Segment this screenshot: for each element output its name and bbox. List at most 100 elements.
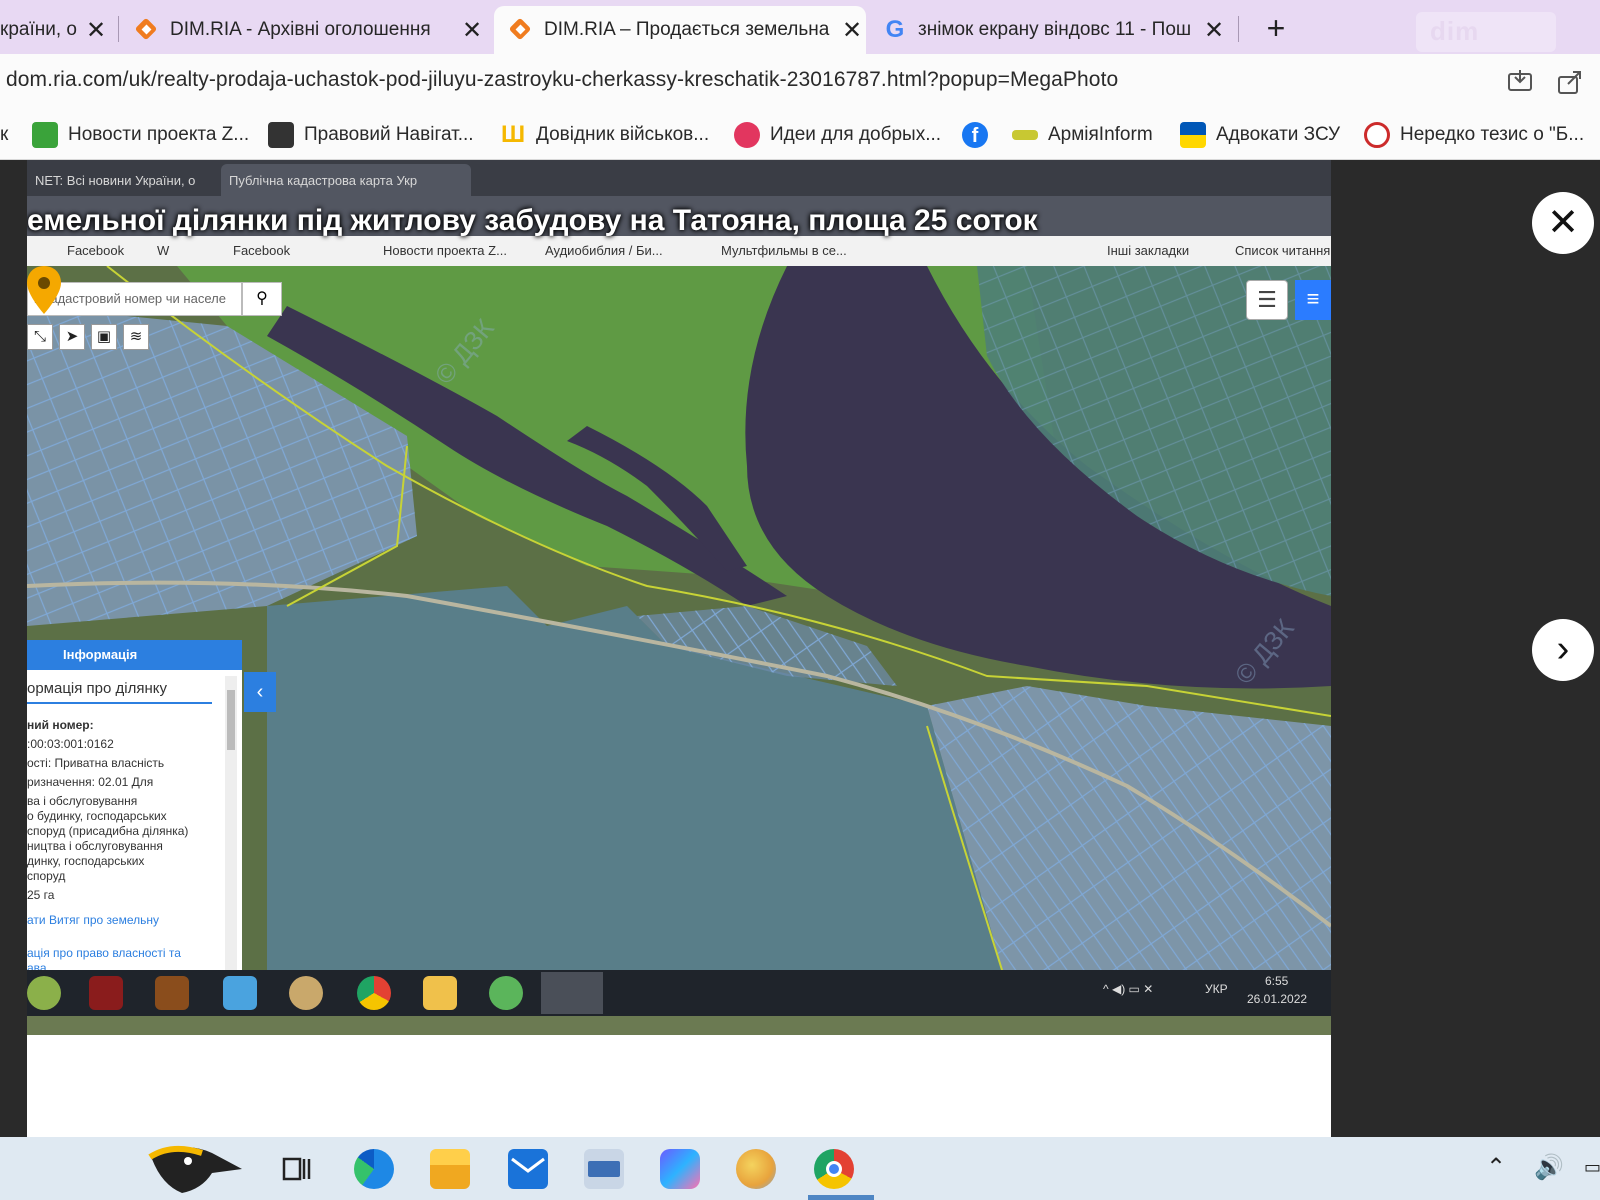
tab-title: знімок екрану віндовс 11 - Пош bbox=[918, 19, 1192, 40]
copilot-icon[interactable] bbox=[660, 1149, 700, 1189]
install-app-icon[interactable] bbox=[1506, 68, 1534, 96]
next-photo-button[interactable]: › bbox=[1532, 619, 1594, 681]
photo-inner-bookmark: Facebook bbox=[233, 243, 291, 258]
app-icon bbox=[27, 976, 61, 1010]
tab-dimria-archive[interactable]: DIM.RIA - Архівні оголошення ✕ bbox=[134, 6, 486, 54]
bookmark-thesis[interactable]: Нередко тезис о "Б... bbox=[1364, 120, 1584, 150]
photo-tray-time: 6:55 bbox=[1265, 974, 1289, 988]
info-panel-subheader: ормація про ділянку bbox=[27, 676, 212, 704]
photo-inner-tab-title: NET: Всі новини України, о bbox=[35, 172, 196, 188]
bookmark-label: Нередко тезис о "Б... bbox=[1400, 124, 1585, 145]
info-line: споруд (присадибна ділянка) bbox=[27, 824, 189, 838]
bookmark-legal-navigator[interactable]: Правовий Навігат... bbox=[268, 120, 474, 150]
bookmark-military-guide[interactable]: Ш Довідник військов... bbox=[500, 120, 709, 150]
paint-icon[interactable] bbox=[736, 1149, 776, 1189]
photo-inner-tabstrip: NET: Всі новини України, о Публічна када… bbox=[27, 160, 1331, 196]
chrome-icon bbox=[357, 976, 391, 1010]
bookmark-label: АрміяInform bbox=[1048, 124, 1153, 145]
photo-inner-bookmark: W bbox=[157, 243, 170, 258]
battery-icon[interactable]: ▭ bbox=[1584, 1157, 1600, 1178]
info-line: ості: Приватна власність bbox=[27, 756, 165, 770]
close-icon[interactable]: ✕ bbox=[838, 16, 866, 45]
bookmark-good-ideas[interactable]: Идеи для добрых... bbox=[734, 120, 941, 150]
ukraine-flag-icon bbox=[1180, 122, 1206, 148]
photo-inner-tab: NET: Всі новини України, о bbox=[27, 164, 215, 196]
folder-icon bbox=[423, 976, 457, 1010]
dimria-logo-icon bbox=[134, 17, 160, 43]
send-icon bbox=[734, 122, 760, 148]
chevron-up-icon[interactable]: ⌃ bbox=[1486, 1153, 1506, 1182]
tab-separator bbox=[1238, 16, 1239, 42]
feather-icon bbox=[155, 976, 189, 1010]
keyboard-app-icon[interactable] bbox=[584, 1149, 624, 1189]
flash-icon bbox=[89, 976, 123, 1010]
new-tab-button[interactable]: + bbox=[1258, 10, 1294, 47]
tab-news[interactable]: країни, о ✕ bbox=[0, 6, 110, 54]
search-icon: ⚲ bbox=[242, 282, 282, 316]
scroll-thumb bbox=[227, 690, 235, 750]
volume-icon[interactable]: 🔊 bbox=[1534, 1153, 1564, 1182]
info-link-ownership: ація про право власності та bbox=[27, 946, 181, 960]
bookmark-news-z[interactable]: Новости проекта Z... bbox=[32, 120, 249, 150]
trident-icon: Ш bbox=[500, 121, 526, 148]
tab-dimria-active[interactable]: DIM.RIA – Продається земельна ✕ bbox=[494, 6, 866, 54]
photo-tray-icons: ^ ◀) ▭ ✕ bbox=[1103, 982, 1154, 996]
info-panel-scrollbar bbox=[225, 676, 237, 986]
edge-icon[interactable] bbox=[354, 1149, 394, 1189]
layers-icon: ☰ bbox=[1246, 280, 1288, 320]
bookmark-armyinform[interactable]: АрміяInform bbox=[1012, 120, 1153, 150]
close-icon[interactable]: ✕ bbox=[82, 16, 110, 45]
settings-icon: ≋ bbox=[123, 324, 149, 350]
share-icon[interactable] bbox=[1556, 68, 1584, 96]
tab-title: DIM.RIA - Архівні оголошення bbox=[170, 19, 431, 40]
info-line: о будинку, господарських bbox=[27, 809, 167, 823]
info-line: :00:03:001:0162 bbox=[27, 737, 114, 751]
url-field[interactable]: dom.ria.com/uk/realty-prodaja-uchastok-p… bbox=[6, 68, 1118, 92]
bookmark-label: Идеи для добрых... bbox=[770, 124, 942, 145]
bookmark-zsu-lawyers[interactable]: Адвокати ЗСУ bbox=[1180, 120, 1340, 150]
cadastral-map: © ДЗК © ДЗК ь кадастровий номер чи насел… bbox=[27, 266, 1331, 986]
photo-inner-bookmark: Аудиобиблия / Би... bbox=[545, 243, 663, 258]
chrome-icon[interactable] bbox=[814, 1149, 854, 1189]
nered-icon bbox=[1364, 122, 1390, 148]
listing-photo: NET: Всі новини України, о Публічна када… bbox=[27, 160, 1331, 1035]
address-bar: dom.ria.com/uk/realty-prodaja-uchastok-p… bbox=[0, 54, 1600, 110]
bookmarks-bar: к Новости проекта Z... Правовий Навігат.… bbox=[0, 110, 1600, 160]
bookmark-label: Адвокати ЗСУ bbox=[1216, 124, 1341, 145]
photo-inner-bookmark: Інші закладки bbox=[1107, 243, 1190, 258]
photo-inner-bookmark: Новости проекта Z... bbox=[383, 243, 507, 258]
navigator-icon bbox=[268, 122, 294, 148]
windows-taskbar: ⌃ 🔊 ▭ bbox=[0, 1137, 1600, 1200]
info-line: динку, господарських bbox=[27, 854, 145, 868]
bookmark-truncated[interactable]: к bbox=[0, 120, 8, 150]
photo-inner-bookmark: Мультфильмы в се... bbox=[721, 243, 847, 258]
photo-inner-bookmark: Список читання bbox=[1235, 243, 1331, 258]
info-line: ва і обслуговування bbox=[27, 794, 138, 808]
photo-inner-bookmarks: Facebook W Facebook Новости проекта Z...… bbox=[27, 236, 1331, 266]
screen-app-icon bbox=[223, 976, 257, 1010]
photo-bottom-area bbox=[27, 1035, 1331, 1137]
file-explorer-icon[interactable] bbox=[430, 1149, 470, 1189]
hornbill-widget-icon[interactable] bbox=[142, 1139, 252, 1199]
bookmark-label: Правовий Навігат... bbox=[304, 124, 474, 145]
location-pin-icon bbox=[27, 266, 61, 314]
info-line: ризначення: 02.01 Для bbox=[27, 775, 154, 789]
cursor-icon: ➤ bbox=[59, 324, 85, 350]
mail-icon[interactable] bbox=[508, 1149, 548, 1189]
close-viewer-button[interactable]: ✕ bbox=[1532, 192, 1594, 254]
photo-tray-date: 26.01.2022 bbox=[1247, 992, 1308, 1006]
info-line: споруд bbox=[27, 869, 66, 883]
photo-tray-lang: УКР bbox=[1205, 982, 1228, 996]
close-icon[interactable]: ✕ bbox=[1200, 16, 1228, 45]
close-icon[interactable]: ✕ bbox=[458, 16, 486, 45]
bookmark-facebook[interactable]: f bbox=[962, 120, 998, 150]
info-panel-body: ний номер: :00:03:001:0162 ості: Приватн… bbox=[27, 718, 222, 980]
info-line: 25 га bbox=[27, 888, 55, 902]
tab-google-search[interactable]: G знімок екрану віндовс 11 - Пош ✕ bbox=[882, 6, 1228, 54]
tab-separator bbox=[118, 16, 119, 42]
tab-strip: країни, о ✕ DIM.RIA - Архівні оголошення… bbox=[0, 0, 1600, 54]
task-view-icon[interactable] bbox=[276, 1149, 316, 1189]
active-chrome-icon bbox=[541, 972, 603, 1014]
menu-icon: ≡ bbox=[1295, 280, 1331, 320]
info-line: ний номер: bbox=[27, 718, 94, 732]
